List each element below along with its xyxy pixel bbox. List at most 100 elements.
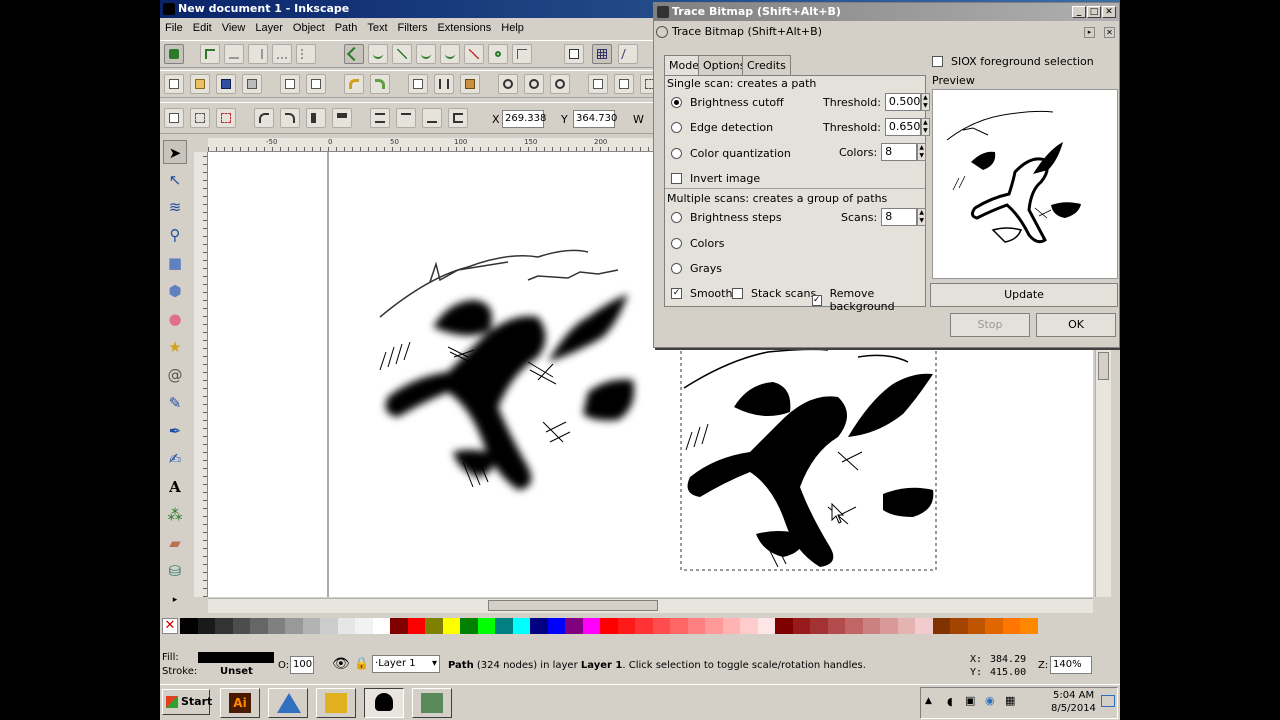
update-button[interactable]: Update [930, 283, 1118, 307]
color-swatch[interactable] [617, 618, 636, 634]
rectangle-tool-icon[interactable]: ■ [163, 251, 187, 275]
spiral-tool-icon[interactable]: @ [163, 363, 187, 387]
vertical-scroll-thumb[interactable] [1098, 352, 1109, 380]
show-desktop-icon[interactable] [1101, 695, 1115, 707]
color-swatch[interactable] [180, 618, 198, 634]
lock-icon[interactable]: 🔒 [354, 656, 369, 670]
selector-tool-arrow-icon[interactable]: ➤ [163, 140, 187, 164]
snap-cusp-node-button[interactable] [440, 44, 460, 64]
grays-option[interactable]: Grays [671, 262, 722, 275]
color-swatch[interactable] [652, 618, 671, 634]
color-swatch[interactable] [862, 618, 881, 634]
no-paint-swatch[interactable]: ✕ [162, 618, 178, 634]
color-swatch[interactable] [582, 618, 601, 634]
close-button[interactable]: ✕ [1102, 6, 1116, 18]
color-swatch[interactable] [950, 618, 968, 634]
color-swatch[interactable] [880, 618, 898, 634]
brightness-steps-option[interactable]: Brightness steps [671, 211, 782, 224]
task-inkscape[interactable] [364, 688, 404, 718]
color-swatch[interactable] [565, 618, 583, 634]
speaker-icon[interactable]: ◖ [947, 695, 953, 708]
spin-arrows-icon[interactable]: ▲ ▼ [917, 208, 927, 226]
task-illustrator[interactable]: Ai [220, 688, 260, 718]
x-field[interactable]: 269.338 [502, 110, 546, 128]
raise-button[interactable] [396, 108, 416, 128]
snap-smooth-node-button[interactable] [416, 44, 436, 64]
color-swatch[interactable] [425, 618, 443, 634]
color-swatch[interactable] [792, 618, 811, 634]
remove-background-option[interactable]: ✓ Remove background [812, 287, 925, 313]
stack-scans-option[interactable]: Stack scans [732, 287, 816, 300]
color-swatch[interactable] [302, 618, 321, 634]
lower-to-bottom-button[interactable] [448, 108, 468, 128]
color-swatch[interactable] [547, 618, 566, 634]
source-bitmap[interactable] [379, 249, 634, 490]
color-quantization-option[interactable]: Color quantization [671, 147, 791, 160]
ellipse-tool-icon[interactable]: ● [163, 307, 187, 331]
color-swatch[interactable] [495, 618, 513, 634]
zoom-selection-button[interactable] [498, 74, 518, 94]
redo-button[interactable] [370, 74, 390, 94]
calligraphy-tool-icon[interactable]: ✍ [163, 447, 187, 471]
print-button[interactable] [242, 74, 262, 94]
smooth-option[interactable]: ✓ Smooth [671, 287, 732, 300]
dialog-close-icon[interactable]: ✕ [1104, 27, 1115, 38]
menu-layer[interactable]: Layer [250, 20, 288, 36]
color-swatch[interactable] [810, 618, 828, 634]
clock-date[interactable]: 8/5/2014 [1051, 703, 1096, 714]
color-swatch[interactable] [320, 618, 338, 634]
paint-bucket-tool-icon[interactable]: ⛁ [163, 559, 187, 583]
minimize-button[interactable]: _ [1072, 6, 1086, 18]
zoom-field[interactable]: 140% [1050, 656, 1092, 674]
network-icon[interactable]: ▣ [965, 694, 975, 707]
menu-view[interactable]: View [217, 20, 251, 36]
snap-bbox-midpoint-button[interactable] [272, 44, 292, 64]
spray-tool-icon[interactable]: ⁂ [163, 503, 187, 527]
copy-button[interactable] [408, 74, 428, 94]
color-swatch[interactable] [407, 618, 426, 634]
pen-tool-icon[interactable]: ✒ [163, 419, 187, 443]
export-button[interactable] [306, 74, 326, 94]
save-button[interactable] [216, 74, 236, 94]
color-swatch[interactable] [670, 618, 688, 634]
spin-arrows-icon[interactable]: ▲ ▼ [917, 143, 927, 161]
lower-button[interactable] [422, 108, 442, 128]
color-swatch[interactable] [442, 618, 461, 634]
eye-icon[interactable]: 👁 [332, 656, 350, 672]
scans-spinner[interactable]: Scans: 8 ▲ ▼ [841, 208, 927, 226]
snap-bbox-edge-button[interactable] [224, 44, 244, 64]
paste-button[interactable] [460, 74, 480, 94]
text-tool-icon[interactable]: A [163, 475, 187, 499]
node-tool-icon[interactable]: ↖ [163, 168, 187, 192]
star-tool-icon[interactable]: ★ [163, 335, 187, 359]
color-swatch[interactable] [985, 618, 1003, 634]
flip-vertical-button[interactable] [332, 108, 352, 128]
invert-image-option[interactable]: Invert image [671, 172, 760, 185]
snap-guide-button[interactable] [618, 44, 638, 64]
snap-grid-button[interactable] [592, 44, 612, 64]
horizontal-scrollbar[interactable] [208, 598, 1093, 613]
tab-credits[interactable]: Credits [742, 55, 791, 75]
spinner-value[interactable]: 8 [881, 208, 918, 226]
tweak-tool-icon[interactable]: ≋ [163, 195, 187, 219]
zoom-tool-icon[interactable]: ⚲ [163, 223, 187, 247]
color-swatch[interactable] [460, 618, 478, 634]
color-swatch[interactable] [285, 618, 303, 634]
menu-text[interactable]: Text [362, 20, 392, 36]
color-swatch[interactable] [600, 618, 618, 634]
dock-button[interactable]: ▸ [1084, 27, 1095, 38]
ok-button[interactable]: OK [1036, 313, 1116, 337]
color-swatch[interactable] [1020, 618, 1038, 634]
deselect-button[interactable] [216, 108, 236, 128]
color-swatch[interactable] [355, 618, 373, 634]
brightness-cutoff-option[interactable]: Brightness cutoff [671, 96, 784, 109]
color-swatch[interactable] [827, 618, 846, 634]
edge-detection-option[interactable]: Edge detection [671, 121, 773, 134]
color-swatch[interactable] [845, 618, 863, 634]
color-swatch[interactable] [337, 618, 356, 634]
colors-spinner[interactable]: Colors: 8 ▲ ▼ [839, 143, 927, 161]
rotate-ccw-button[interactable] [254, 108, 274, 128]
threshold-2-spinner[interactable]: Threshold: 0.650 ▲ ▼ [823, 118, 930, 136]
color-swatch[interactable] [232, 618, 251, 634]
color-swatch[interactable] [530, 618, 548, 634]
